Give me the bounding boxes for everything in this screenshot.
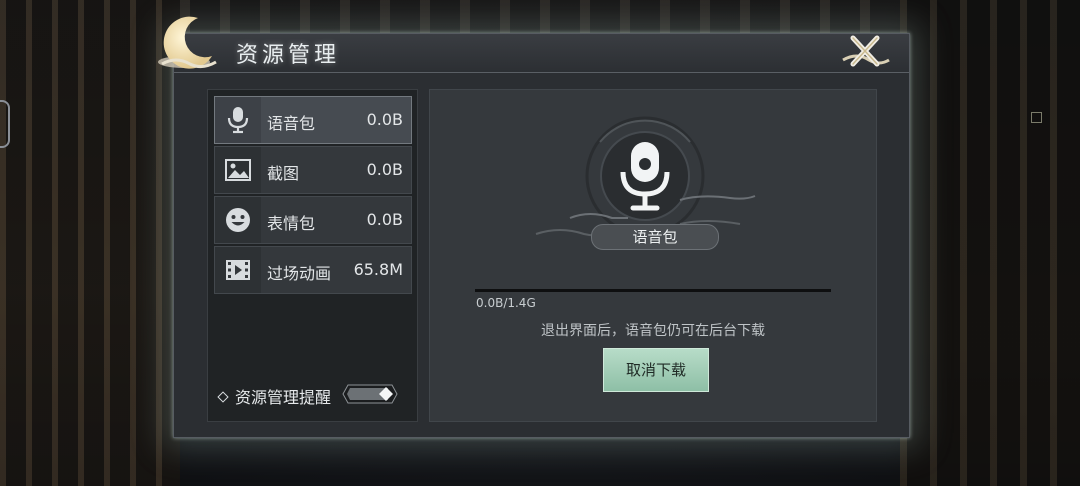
reminder-toggle[interactable]	[342, 384, 398, 404]
film-icon	[215, 247, 261, 293]
smiley-icon	[215, 197, 261, 243]
resource-list-panel: 语音包 0.0B 截图 0.0B 表情包 0.0B 过场动画 65.8M	[207, 89, 418, 422]
dialog-title: 资源管理	[236, 43, 341, 68]
resource-item-cutscenes[interactable]: 过场动画 65.8M	[214, 246, 412, 294]
cancel-download-button[interactable]: 取消下载	[603, 348, 709, 392]
title-bar: 资源管理	[158, 16, 909, 73]
resource-label: 语音包	[267, 114, 316, 133]
image-icon	[215, 147, 261, 193]
resource-management-dialog: 资源管理 语音包 0.0B 截图 0.0B 表情包 0.0B 过场动画 65.8…	[158, 16, 910, 438]
resource-label: 过场动画	[267, 264, 332, 283]
reminder-row: 资源管理提醒	[217, 384, 332, 408]
download-progress-text: 0.0B/1.4G	[476, 296, 536, 310]
resource-size: 0.0B	[366, 160, 403, 179]
close-icon[interactable]	[839, 30, 891, 74]
resource-label: 表情包	[267, 214, 316, 233]
resource-label: 截图	[267, 164, 300, 183]
resource-size: 65.8M	[353, 260, 403, 279]
resource-size: 0.0B	[366, 210, 403, 229]
resource-item-voice-pack[interactable]: 语音包 0.0B	[214, 96, 412, 144]
microphone-icon	[215, 97, 261, 143]
background-download-note: 退出界面后，语音包仍可在后台下载	[541, 323, 765, 339]
edge-side-button[interactable]	[0, 100, 10, 148]
reminder-label: 资源管理提醒	[235, 388, 332, 407]
background-right-scenery	[900, 0, 1080, 486]
resource-size: 0.0B	[366, 110, 403, 129]
edge-marker-icon	[1031, 112, 1042, 123]
background-left-scenery	[0, 0, 180, 486]
crescent-moon-icon	[158, 16, 217, 69]
download-progress-bar	[475, 289, 831, 292]
resource-item-sticker-pack[interactable]: 表情包 0.0B	[214, 196, 412, 244]
diamond-bullet-icon	[217, 390, 229, 403]
resource-detail-panel: 语音包 0.0B/1.4G 退出界面后，语音包仍可在后台下载 取消下载	[429, 89, 877, 422]
resource-item-screenshot[interactable]: 截图 0.0B	[214, 146, 412, 194]
selected-resource-name: 语音包	[591, 224, 719, 250]
